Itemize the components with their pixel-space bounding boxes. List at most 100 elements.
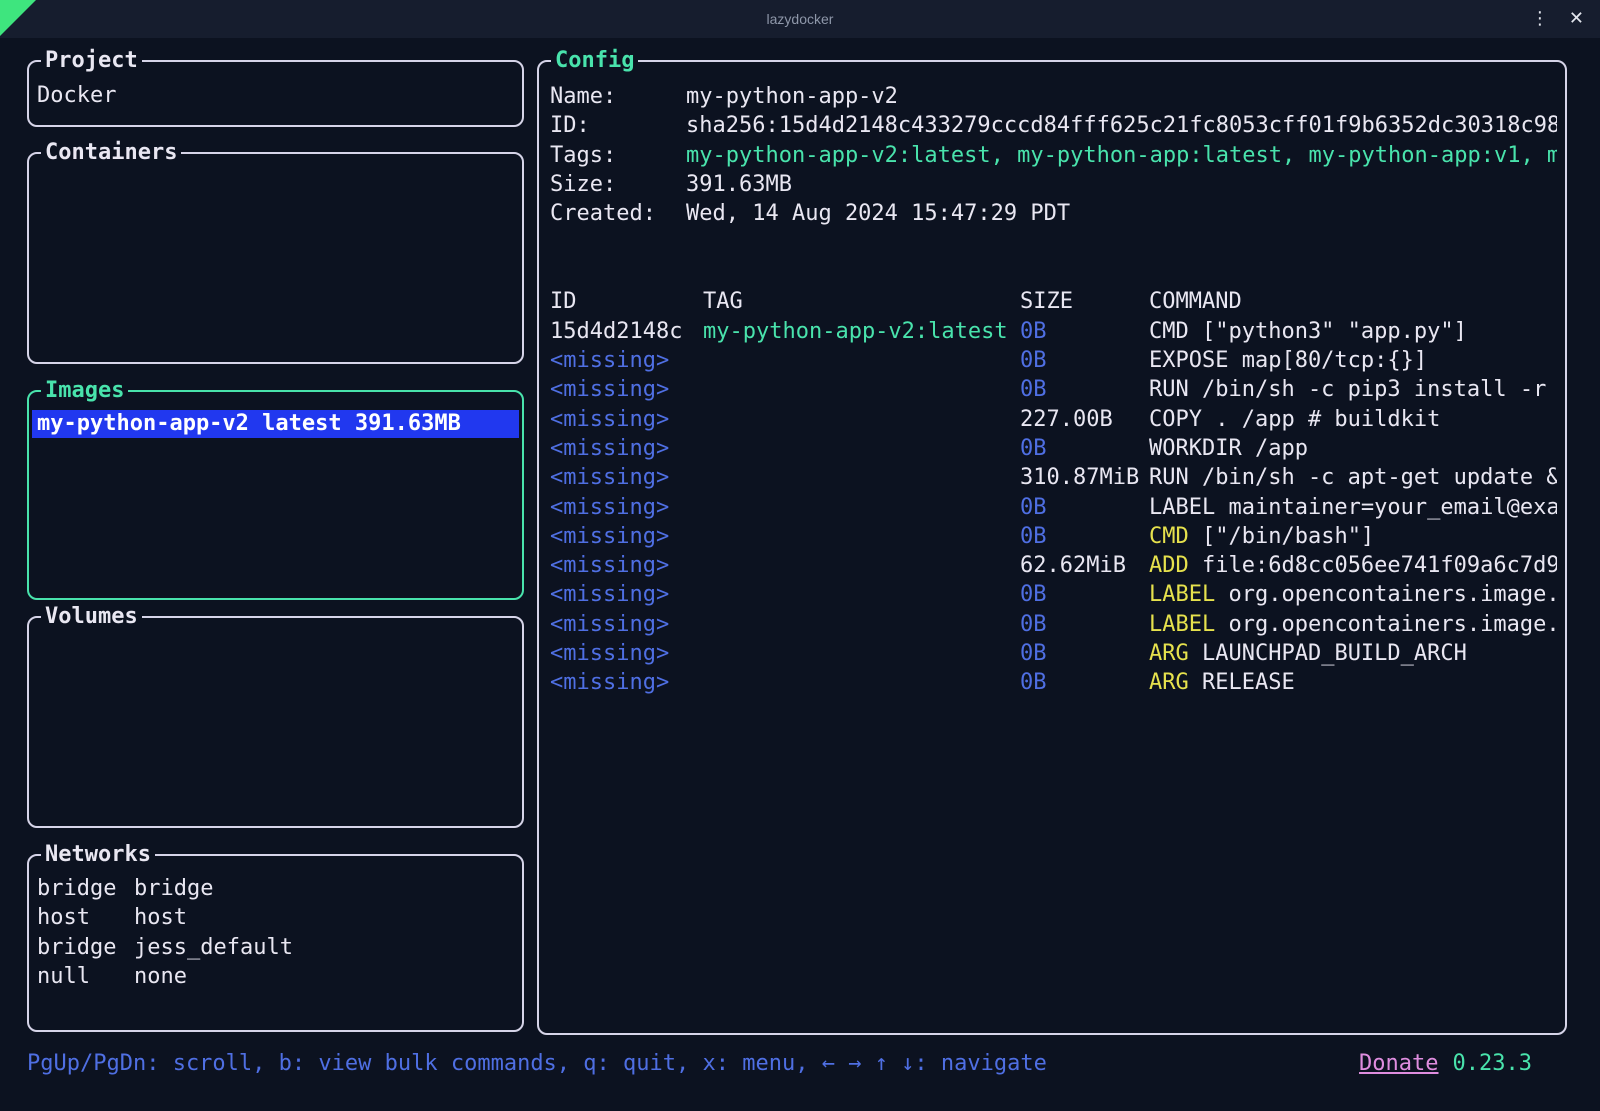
table-row: <missing> 0B ARG LAUNCHPAD_BUILD_ARCH: [550, 639, 1557, 668]
close-icon[interactable]: ✕: [1569, 0, 1584, 38]
config-panel[interactable]: Config Name: my-python-app-v2 ID: sha256…: [537, 60, 1567, 1035]
lazydocker-window: lazydocker ⋮ ✕ Project Docker Containers…: [0, 0, 1600, 1111]
command-keyword: ARG: [1149, 670, 1189, 695]
layer-command: CMD ["python3" "app.py"]: [1149, 317, 1557, 346]
layer-command: WORKDIR /app: [1149, 434, 1557, 463]
networks-panel[interactable]: Networks bridge bridge host host bridge …: [27, 854, 524, 1032]
network-name: bridge: [134, 874, 514, 903]
network-driver: bridge: [37, 933, 134, 962]
layer-tag: [703, 668, 1020, 697]
layer-tag: [703, 375, 1020, 404]
layer-id: <missing>: [550, 434, 703, 463]
layer-tag: [703, 580, 1020, 609]
layer-size: 227.00B: [1020, 405, 1149, 434]
command-text: EXPOSE map[80/tcp:{}]: [1149, 348, 1427, 373]
config-value-name: my-python-app-v2: [686, 82, 1557, 111]
table-row: <missing> 0B LABEL org.opencontainers.im…: [550, 610, 1557, 639]
config-details: Name: my-python-app-v2 ID: sha256:15d4d2…: [539, 62, 1565, 1033]
layer-command: LABEL org.opencontainers.image.: [1149, 580, 1557, 609]
layers-table-header: ID TAG SIZE COMMAND: [550, 287, 1557, 316]
command-text: WORKDIR /app: [1149, 436, 1308, 461]
table-row: <missing> 0B LABEL maintainer=your_email…: [550, 493, 1557, 522]
command-text: ["/bin/bash"]: [1189, 524, 1374, 549]
layer-tag: [703, 551, 1020, 580]
config-label: Tags:: [550, 141, 686, 170]
command-keyword: ARG: [1149, 641, 1189, 666]
layer-id: <missing>: [550, 580, 703, 609]
layer-id: <missing>: [550, 405, 703, 434]
layer-size: 0B: [1020, 346, 1149, 375]
table-row: 15d4d2148c my-python-app-v2:latest 0B CM…: [550, 317, 1557, 346]
table-row: <missing> 227.00B COPY . /app # buildkit: [550, 405, 1557, 434]
table-row: <missing> 310.87MiB RUN /bin/sh -c apt-g…: [550, 463, 1557, 492]
images-panel[interactable]: Images my-python-app-v2 latest 391.63MB: [27, 390, 524, 600]
command-text: CMD ["python3" "app.py"]: [1149, 319, 1467, 344]
command-text: RUN /bin/sh -c pip3 install -r: [1149, 377, 1546, 402]
corner-fold-decoration: [0, 0, 36, 36]
layer-command: CMD ["/bin/bash"]: [1149, 522, 1557, 551]
networks-panel-title: Networks: [41, 840, 155, 869]
layer-tag: [703, 610, 1020, 639]
layer-size: 62.62MiB: [1020, 551, 1149, 580]
layer-tag: [703, 346, 1020, 375]
layer-id: <missing>: [550, 493, 703, 522]
config-label: ID:: [550, 111, 686, 140]
table-row: <missing> 0B ARG RELEASE: [550, 668, 1557, 697]
layer-tag: [703, 463, 1020, 492]
config-label: Created:: [550, 199, 686, 228]
layer-id: <missing>: [550, 610, 703, 639]
command-keyword: ADD: [1149, 553, 1189, 578]
layer-command: ARG RELEASE: [1149, 668, 1557, 697]
command-keyword: CMD: [1149, 524, 1189, 549]
network-list-item[interactable]: bridge bridge: [37, 874, 514, 903]
status-bar: PgUp/PgDn: scroll, b: view bulk commands…: [27, 1049, 1532, 1079]
network-list-item[interactable]: null none: [37, 962, 514, 991]
layer-command: ARG LAUNCHPAD_BUILD_ARCH: [1149, 639, 1557, 668]
layer-tag: [703, 522, 1020, 551]
network-list-item[interactable]: host host: [37, 903, 514, 932]
column-header-command: COMMAND: [1149, 287, 1557, 316]
window-controls: ⋮ ✕: [1531, 0, 1584, 38]
layer-size: 0B: [1020, 580, 1149, 609]
image-list-item-selected[interactable]: my-python-app-v2 latest 391.63MB: [32, 410, 519, 438]
table-row: <missing> 0B WORKDIR /app: [550, 434, 1557, 463]
layer-command: LABEL org.opencontainers.image.: [1149, 610, 1557, 639]
layer-tag: [703, 434, 1020, 463]
layer-size: 0B: [1020, 668, 1149, 697]
layer-id: <missing>: [550, 375, 703, 404]
network-driver: host: [37, 903, 134, 932]
config-panel-title: Config: [551, 46, 638, 75]
layer-id: <missing>: [550, 668, 703, 697]
status-right-group: Donate 0.23.3: [1359, 1049, 1532, 1078]
layer-id: <missing>: [550, 463, 703, 492]
config-value-tags: my-python-app-v2:latest, my-python-app:l…: [686, 141, 1557, 170]
command-text: RELEASE: [1189, 670, 1295, 695]
layer-size: 0B: [1020, 493, 1149, 522]
layer-command: RUN /bin/sh -c apt-get update &: [1149, 463, 1557, 492]
containers-panel[interactable]: Containers: [27, 152, 524, 364]
command-text: LAUNCHPAD_BUILD_ARCH: [1189, 641, 1467, 666]
project-panel[interactable]: Project Docker: [27, 60, 524, 127]
command-keyword: LABEL: [1149, 582, 1215, 607]
command-text: LABEL maintainer=your_email@exa: [1149, 495, 1557, 520]
window-title: lazydocker: [767, 0, 834, 38]
keybindings-help: PgUp/PgDn: scroll, b: view bulk commands…: [27, 1049, 1047, 1078]
column-header-size: SIZE: [1020, 287, 1149, 316]
layer-size: 0B: [1020, 317, 1149, 346]
table-row: <missing> 0B RUN /bin/sh -c pip3 install…: [550, 375, 1557, 404]
layer-id: <missing>: [550, 639, 703, 668]
layer-id: 15d4d2148c: [550, 317, 703, 346]
layer-size: 0B: [1020, 610, 1149, 639]
donate-link[interactable]: Donate: [1359, 1049, 1438, 1078]
table-row: <missing> 62.62MiB ADD file:6d8cc056ee74…: [550, 551, 1557, 580]
layer-command: RUN /bin/sh -c pip3 install -r: [1149, 375, 1557, 404]
config-value-created: Wed, 14 Aug 2024 15:47:29 PDT: [686, 199, 1557, 228]
command-text: org.opencontainers.image.: [1215, 612, 1557, 637]
config-info-row: Size: 391.63MB: [550, 170, 1557, 199]
layer-command: EXPOSE map[80/tcp:{}]: [1149, 346, 1557, 375]
title-bar: lazydocker ⋮ ✕: [0, 0, 1600, 38]
menu-kebab-icon[interactable]: ⋮: [1531, 0, 1549, 38]
network-list-item[interactable]: bridge jess_default: [37, 933, 514, 962]
volumes-panel[interactable]: Volumes: [27, 616, 524, 828]
layer-command: LABEL maintainer=your_email@exa: [1149, 493, 1557, 522]
